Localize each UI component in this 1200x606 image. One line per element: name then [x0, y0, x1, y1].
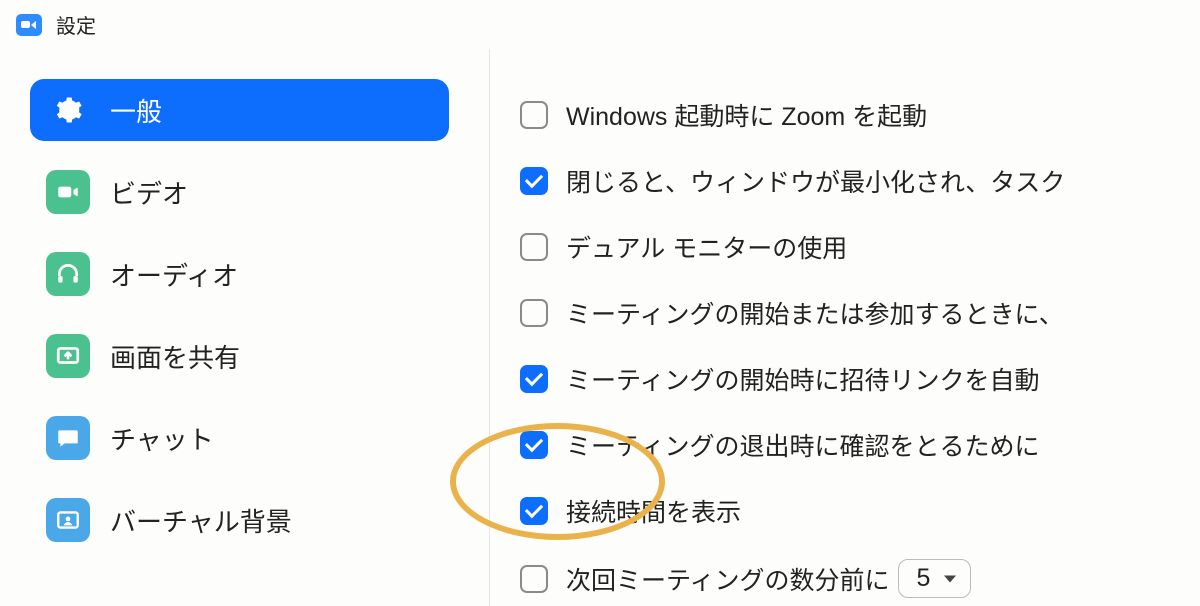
checkbox-on-start-or-join[interactable] [520, 299, 548, 327]
sidebar-item-label: ビデオ [110, 174, 188, 211]
sidebar-item-video[interactable]: ビデオ [30, 161, 449, 223]
video-icon [46, 170, 90, 214]
remind-minutes-value: 5 [917, 564, 931, 592]
checkbox-remind-before-meeting[interactable] [520, 565, 548, 593]
sidebar-item-chat[interactable]: チャット [30, 407, 449, 469]
sidebar-item-label: チャット [110, 420, 214, 457]
sidebar-item-virtual-bg[interactable]: バーチャル背景 [30, 489, 449, 551]
setting-show-connected-time: 接続時間を表示 [520, 493, 1200, 529]
checkbox-confirm-on-leave[interactable] [520, 431, 548, 459]
sidebar-item-label: 画面を共有 [110, 338, 240, 375]
checkbox-show-connected-time[interactable] [520, 497, 548, 525]
setting-confirm-on-leave: ミーティングの退出時に確認をとるために [520, 427, 1200, 463]
setting-label: ミーティングの開始時に招待リンクを自動 [566, 361, 1040, 397]
checkbox-minimize-on-close[interactable] [520, 167, 548, 195]
setting-dual-monitor: デュアル モニターの使用 [520, 229, 1200, 265]
zoom-app-icon [16, 14, 42, 36]
chat-icon [46, 416, 90, 460]
setting-label: 閉じると、ウィンドウが最小化され、タスク [566, 163, 1065, 199]
sidebar-item-label: オーディオ [110, 256, 238, 293]
headphones-icon [46, 252, 90, 296]
share-screen-icon [46, 334, 90, 378]
virtual-bg-icon [46, 498, 90, 542]
sidebar-item-label: バーチャル背景 [110, 502, 292, 539]
sidebar-item-label: 一般 [110, 92, 162, 129]
setting-start-with-windows: Windows 起動時に Zoom を起動 [520, 97, 1200, 133]
window-title: 設定 [56, 10, 96, 39]
settings-sidebar: 一般 ビデオ オーディオ 画面を共有 チャット [0, 49, 490, 606]
setting-on-start-or-join: ミーティングの開始または参加するときに、 [520, 295, 1200, 331]
sidebar-item-audio[interactable]: オーディオ [30, 243, 449, 305]
setting-label: デュアル モニターの使用 [566, 229, 847, 265]
setting-label: ミーティングの開始または参加するときに、 [566, 295, 1064, 331]
sidebar-item-share-screen[interactable]: 画面を共有 [30, 325, 449, 387]
sidebar-item-general[interactable]: 一般 [30, 79, 449, 141]
checkbox-copy-invite-link[interactable] [520, 365, 548, 393]
setting-label: 接続時間を表示 [566, 493, 741, 529]
setting-label: Windows 起動時に Zoom を起動 [566, 97, 927, 133]
setting-minimize-on-close: 閉じると、ウィンドウが最小化され、タスク [520, 163, 1200, 199]
setting-remind-before-meeting: 次回ミーティングの数分前に 5 [520, 559, 1200, 598]
general-settings-panel: Windows 起動時に Zoom を起動 閉じると、ウィンドウが最小化され、タ… [490, 49, 1200, 606]
checkbox-start-with-windows[interactable] [520, 101, 548, 129]
titlebar: 設定 [0, 0, 1200, 49]
setting-label: 次回ミーティングの数分前に [566, 561, 890, 597]
gear-icon [46, 88, 90, 132]
content-area: 一般 ビデオ オーディオ 画面を共有 チャット [0, 49, 1200, 606]
remind-minutes-select[interactable]: 5 [898, 559, 972, 598]
setting-label: ミーティングの退出時に確認をとるために [566, 427, 1040, 463]
setting-copy-invite-link: ミーティングの開始時に招待リンクを自動 [520, 361, 1200, 397]
checkbox-dual-monitor[interactable] [520, 233, 548, 261]
